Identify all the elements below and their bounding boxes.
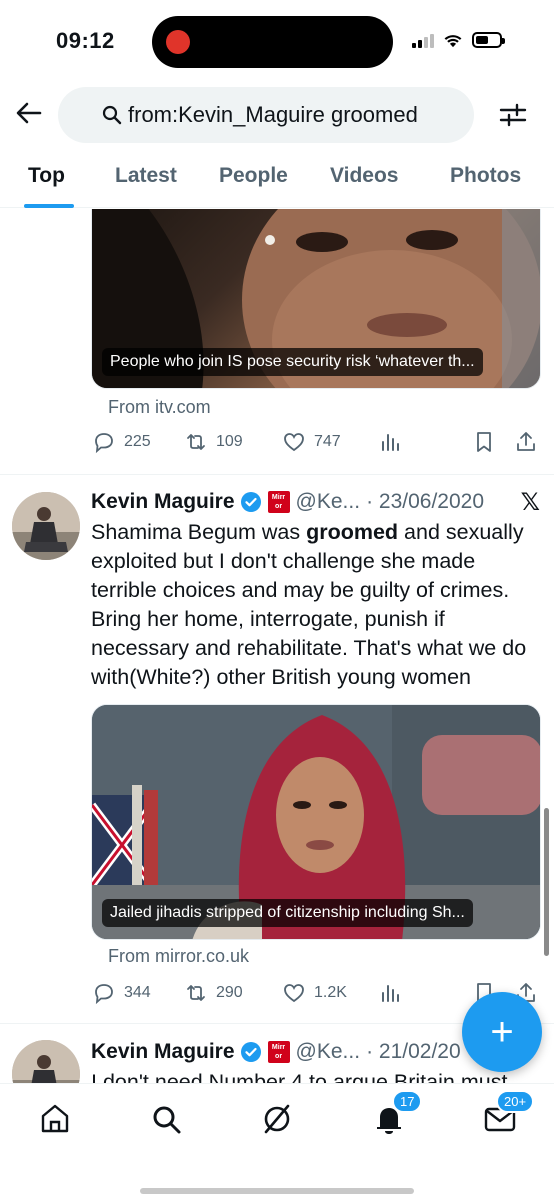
avatar[interactable] (12, 1040, 80, 1083)
reply-count: 225 (124, 433, 151, 450)
tab-top[interactable]: Top (28, 164, 65, 188)
bottom-navigation: 17 20+ (0, 1083, 554, 1200)
tweet-date: · 21/02/20 (366, 1040, 461, 1063)
share-button[interactable] (514, 430, 538, 454)
tweet-date: · 23/06/2020 (366, 490, 484, 513)
share-icon (517, 432, 535, 451)
like-count: 1.2K (314, 984, 347, 1001)
views-button[interactable] (378, 430, 402, 454)
dynamic-island (152, 16, 393, 68)
author-name[interactable]: Kevin Maguire (91, 1040, 235, 1064)
heart-icon (284, 433, 304, 452)
affiliation-badge-logo: Mirr or (267, 491, 290, 513)
search-input[interactable]: from:Kevin_Maguire groomed (58, 87, 474, 143)
notifications-badge: 17 (392, 1090, 423, 1113)
search-icon[interactable] (149, 1102, 183, 1136)
link-source[interactable]: From mirror.co.uk (108, 946, 249, 967)
affiliation-badge-logo: Mirr or (267, 1041, 290, 1063)
active-tab-indicator (24, 204, 74, 208)
search-results-feed[interactable]: People who join IS pose security risk ‘w… (0, 209, 554, 1083)
tweet-text[interactable]: I don't need Number 4 to argue Britain m… (91, 1068, 541, 1083)
search-query: from:Kevin_Maguire groomed (128, 102, 418, 127)
heart-icon (284, 984, 304, 1003)
grok-icon[interactable] (260, 1102, 294, 1136)
avatar[interactable] (12, 492, 80, 560)
search-tabs: Top Latest People Videos Photos (0, 150, 554, 208)
repost-button[interactable]: 109 (184, 430, 243, 454)
wifi-icon (444, 35, 462, 48)
repost-count: 109 (216, 433, 243, 450)
reply-count: 344 (124, 984, 151, 1001)
like-count: 747 (314, 433, 341, 450)
tweet-media-image[interactable]: People who join IS pose security risk ‘w… (91, 209, 541, 389)
tweet-actions: 225 109 747 (92, 428, 542, 458)
x-logo-icon: 𝕏 (520, 489, 540, 516)
reply-icon (95, 984, 113, 1005)
tweet-media-image[interactable]: Jailed jihadis stripped of citizenship i… (91, 704, 541, 940)
plus-icon: + (490, 1010, 514, 1054)
home-indicator (140, 1188, 414, 1194)
verified-badge-icon (240, 1042, 261, 1062)
status-time: 09:12 (56, 28, 115, 53)
search-icon (102, 105, 122, 125)
link-source[interactable]: From itv.com (108, 397, 211, 418)
tab-latest[interactable]: Latest (115, 164, 177, 188)
tab-videos[interactable]: Videos (330, 164, 398, 188)
status-icons (412, 32, 505, 48)
views-icon (382, 434, 399, 451)
tweet-header: Kevin Maguire Mirr or @Ke... · 23/06/2020 (91, 487, 541, 517)
tweet-divider (0, 474, 554, 475)
back-arrow-icon[interactable] (14, 98, 44, 128)
media-caption: People who join IS pose security risk ‘w… (102, 348, 483, 376)
views-icon (382, 985, 399, 1002)
author-handle[interactable]: @Ke... (296, 490, 361, 514)
author-handle[interactable]: @Ke... (296, 1040, 361, 1064)
bookmark-icon (477, 432, 491, 452)
repost-button[interactable]: 290 (184, 981, 243, 1005)
verified-badge-icon (240, 492, 261, 512)
views-button[interactable] (378, 981, 402, 1005)
recording-indicator-icon (166, 30, 190, 54)
reply-button[interactable]: 225 (92, 430, 151, 454)
reply-icon (95, 433, 113, 454)
battery-icon (472, 32, 505, 48)
bookmark-button[interactable] (472, 430, 496, 454)
author-name[interactable]: Kevin Maguire (91, 490, 235, 514)
search-filter-icon[interactable] (498, 100, 528, 130)
messages-tab[interactable]: 20+ (483, 1090, 535, 1136)
cellular-signal-icon (412, 32, 434, 48)
repost-icon (187, 985, 205, 1001)
like-button[interactable]: 1.2K (282, 981, 347, 1005)
tweet-text-part: and sexually exploited but I don't chall… (91, 520, 527, 689)
repost-count: 290 (216, 984, 243, 1001)
tab-people[interactable]: People (219, 164, 288, 188)
messages-badge: 20+ (496, 1090, 535, 1113)
compose-post-button[interactable]: + (462, 992, 542, 1072)
tweet-text[interactable]: Shamima Begum was groomed and sexually e… (91, 518, 541, 692)
notifications-tab[interactable]: 17 (372, 1090, 423, 1136)
avatar-photo (12, 492, 80, 560)
tab-photos[interactable]: Photos (450, 164, 521, 188)
repost-icon (187, 434, 205, 450)
like-button[interactable]: 747 (282, 430, 341, 454)
tweet-text-highlight: groomed (306, 520, 399, 544)
scrollbar[interactable] (544, 808, 549, 956)
reply-button[interactable]: 344 (92, 981, 151, 1005)
avatar-photo (12, 1040, 80, 1083)
tweet-text-part: Shamima Begum was (91, 520, 307, 544)
home-icon[interactable] (38, 1102, 72, 1136)
search-header: from:Kevin_Maguire groomed (0, 84, 554, 146)
status-bar: 09:12 (0, 0, 554, 84)
media-caption: Jailed jihadis stripped of citizenship i… (102, 899, 473, 927)
